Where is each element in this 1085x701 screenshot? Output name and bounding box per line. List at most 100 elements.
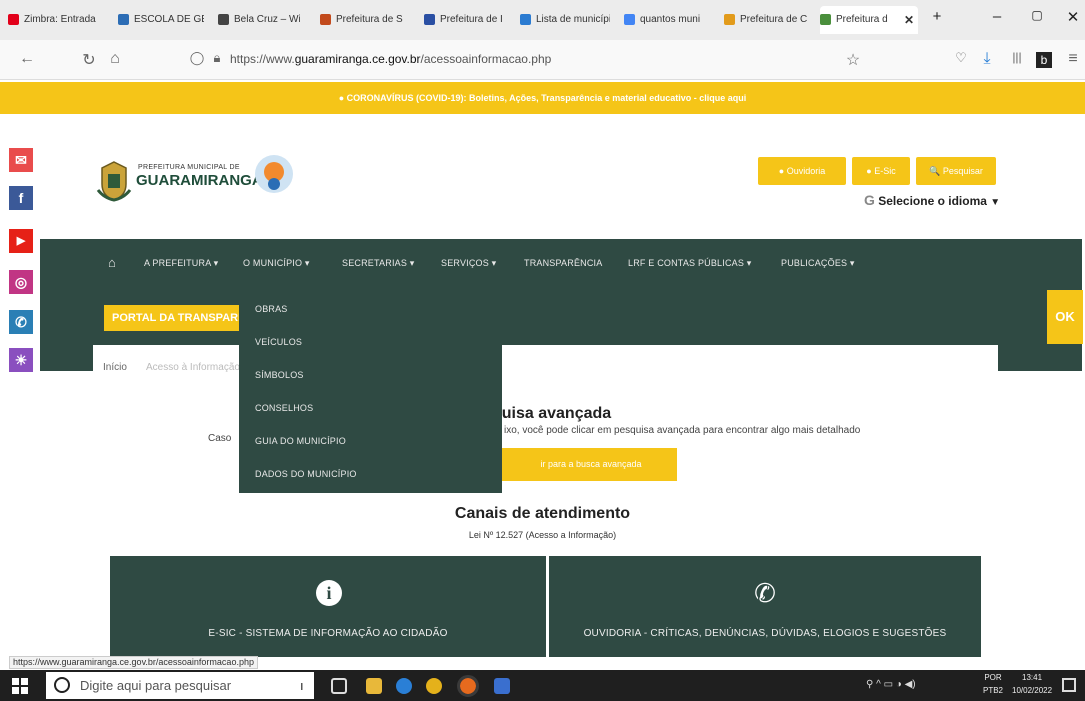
browser-tab-strip: Zimbra: Entrada ESCOLA DE GE Bela Cruz –…	[0, 0, 1085, 40]
file-explorer-icon[interactable]	[366, 678, 382, 694]
window-close-button[interactable]: ✕	[1062, 8, 1084, 26]
system-tray-icons[interactable]: ⚲ ^ ▭ ◑ ◀)	[866, 679, 916, 690]
canais-title: Canais de atendimento	[454, 505, 631, 522]
breadcrumb-home[interactable]: Início	[103, 362, 127, 373]
dropdown-item-simbolos[interactable]: SÍMBOLOS	[255, 370, 304, 380]
browser-tab[interactable]: ESCOLA DE GE	[118, 9, 204, 31]
coat-of-arms-logo[interactable]	[96, 160, 132, 202]
browser-tab[interactable]: Prefeitura de S	[320, 9, 406, 31]
side-tab-button[interactable]: OK	[1047, 290, 1083, 344]
dropdown-item-dados[interactable]: DADOS DO MUNICÍPIO	[255, 469, 357, 479]
menu-home-icon[interactable]: ⌂	[108, 255, 116, 270]
url-bar[interactable]: https://www.guaramiranga.ce.gov.br/acess…	[230, 52, 551, 66]
windows-start-icon[interactable]	[12, 678, 28, 694]
advanced-search-text-left: Caso	[208, 433, 232, 444]
home-icon[interactable]: ⌂	[104, 50, 126, 68]
covid-banner[interactable]: ● CORONAVÍRUS (COVID-19): Boletins, Açõe…	[0, 82, 1085, 114]
chrome-icon[interactable]	[426, 678, 442, 694]
tab-favicon-icon	[820, 14, 831, 25]
tab-favicon-icon	[118, 14, 129, 25]
menu-item-transparencia[interactable]: TRANSPARÊNCIA	[524, 258, 602, 268]
browser-nav-bar: ← ↻ ⌂ ◯ 🔒︎ https://www.guaramiranga.ce.g…	[0, 40, 1085, 80]
browser-tab[interactable]: quantos muni	[624, 9, 712, 31]
browser-tab[interactable]: Prefeitura de I	[424, 9, 508, 31]
menu-item-servicos[interactable]: SERVIÇOS ▾	[441, 258, 496, 269]
dropdown-item-guia[interactable]: GUIA DO MUNICÍPIO	[255, 436, 346, 446]
city-emblem-logo	[254, 154, 294, 194]
tab-favicon-icon	[320, 14, 331, 25]
instagram-icon[interactable]: ◎	[9, 270, 33, 294]
chat-icon[interactable]: ✆	[9, 310, 33, 334]
notification-icon[interactable]	[1062, 678, 1076, 692]
menu-item-publicacoes[interactable]: PUBLICAÇÕES ▾	[781, 258, 855, 269]
municipio-dropdown	[239, 289, 502, 493]
advanced-search-button[interactable]: ir para a busca avançada	[499, 448, 677, 481]
app-icon[interactable]	[494, 678, 510, 694]
download-icon[interactable]: ⤓	[976, 50, 998, 68]
menu-item-secretarias[interactable]: SECRETARIAS ▾	[342, 258, 414, 269]
taskbar-search-input[interactable]: Digite aqui para pesquisar	[46, 672, 314, 699]
search-button[interactable]: 🔍 Pesquisar	[916, 157, 996, 185]
menu-item-a-prefeitura[interactable]: A PREFEITURA ▾	[144, 258, 218, 269]
mail-icon[interactable]: ✉	[9, 148, 33, 172]
esic-card[interactable]: i E-SIC - SISTEMA DE INFORMAÇÃO AO CIDAD…	[110, 556, 546, 657]
tab-favicon-icon	[520, 14, 531, 25]
logo-subtitle: PREFEITURA MUNICIPAL DE	[138, 164, 240, 171]
back-arrow-icon[interactable]: ←	[16, 50, 38, 68]
tab-close-icon[interactable]: ✕	[904, 6, 914, 34]
info-icon: i	[316, 580, 342, 606]
dropdown-item-obras[interactable]: OBRAS	[255, 304, 288, 314]
status-url: https://www.guaramiranga.ce.gov.br/acess…	[9, 656, 258, 669]
browser-tab[interactable]: Zimbra: Entrada	[8, 9, 96, 31]
advanced-search-text-right: ixo, você pode clicar em pesquisa avança…	[504, 425, 861, 436]
pocket-icon[interactable]: ♡	[950, 50, 972, 66]
edge-icon[interactable]	[396, 678, 412, 694]
library-icon[interactable]: |||	[1006, 50, 1028, 64]
chevron-down-icon: ▼	[990, 197, 1001, 208]
tab-favicon-icon	[8, 14, 19, 25]
minimize-button[interactable]: –	[986, 8, 1008, 25]
lock-icon[interactable]: 🔒︎	[206, 50, 228, 66]
shield-icon: ◯	[189, 50, 205, 65]
browser-tab-active[interactable]: Prefeitura d ✕	[820, 6, 918, 34]
esic-label: E-SIC - SISTEMA DE INFORMAÇÃO AO CIDADÃO	[208, 628, 448, 639]
dropdown-item-veiculos[interactable]: VEÍCULOS	[255, 337, 302, 347]
tab-favicon-icon	[218, 14, 229, 25]
url-domain: guaramiranga.ce.gov.br	[294, 52, 421, 66]
taskbar-clock[interactable]: 13:41 10/02/2022	[1012, 671, 1052, 697]
microphone-icon[interactable]: ı	[300, 678, 310, 693]
menu-item-o-municipio[interactable]: O MUNICÍPIO ▾	[243, 258, 310, 269]
language-indicator[interactable]: POR PTB2	[983, 671, 1003, 697]
search-circle-icon	[54, 677, 70, 693]
breadcrumb-current: Acesso à Informação	[146, 362, 240, 373]
accessibility-icon[interactable]: ☀	[9, 348, 33, 372]
tab-favicon-icon	[424, 14, 435, 25]
canais-subtitle: Lei Nº 12.527 (Acesso a Informação)	[468, 530, 617, 540]
browser-tab[interactable]: Prefeitura de C	[724, 9, 810, 31]
url-path: /acessoainformacao.php	[420, 52, 552, 66]
ouvidoria-label: OUVIDORIA - CRÍTICAS, DENÚNCIAS, DÚVIDAS…	[583, 628, 947, 639]
ouvidoria-card[interactable]: ✆ OUVIDORIA - CRÍTICAS, DENÚNCIAS, DÚVID…	[549, 556, 981, 657]
tab-favicon-icon	[624, 14, 635, 25]
facebook-icon[interactable]: f	[9, 186, 33, 210]
menu-item-lrf-contas[interactable]: LRF E CONTAS PÚBLICAS ▾	[628, 258, 751, 269]
browser-tab[interactable]: Lista de municípios	[520, 9, 610, 31]
advanced-search-title: quisa avançada	[492, 405, 612, 422]
reload-icon[interactable]: ↻	[78, 50, 100, 70]
firefox-icon[interactable]	[457, 675, 479, 697]
esic-button[interactable]: ● E-Sic	[852, 157, 910, 185]
maximize-button[interactable]: ▢	[1026, 8, 1048, 22]
ouvidoria-button[interactable]: ● Ouvidoria	[758, 157, 846, 185]
extension-icon[interactable]: b	[1036, 52, 1052, 68]
menu-icon[interactable]: ≡	[1062, 50, 1084, 68]
phone-icon: ✆	[754, 578, 776, 608]
dropdown-item-conselhos[interactable]: CONSELHOS	[255, 403, 313, 413]
task-view-icon[interactable]	[331, 678, 347, 694]
youtube-icon[interactable]: ▶	[9, 229, 33, 253]
language-selector[interactable]: G Selecione o idioma ▼	[864, 192, 1000, 208]
url-prefix: https://www.	[230, 52, 295, 66]
browser-tab[interactable]: Bela Cruz – Wi	[218, 9, 300, 31]
bookmark-star-icon[interactable]: ☆	[842, 50, 864, 70]
new-tab-button[interactable]: +	[926, 8, 948, 25]
logo-title: GUARAMIRANGA	[136, 172, 263, 189]
